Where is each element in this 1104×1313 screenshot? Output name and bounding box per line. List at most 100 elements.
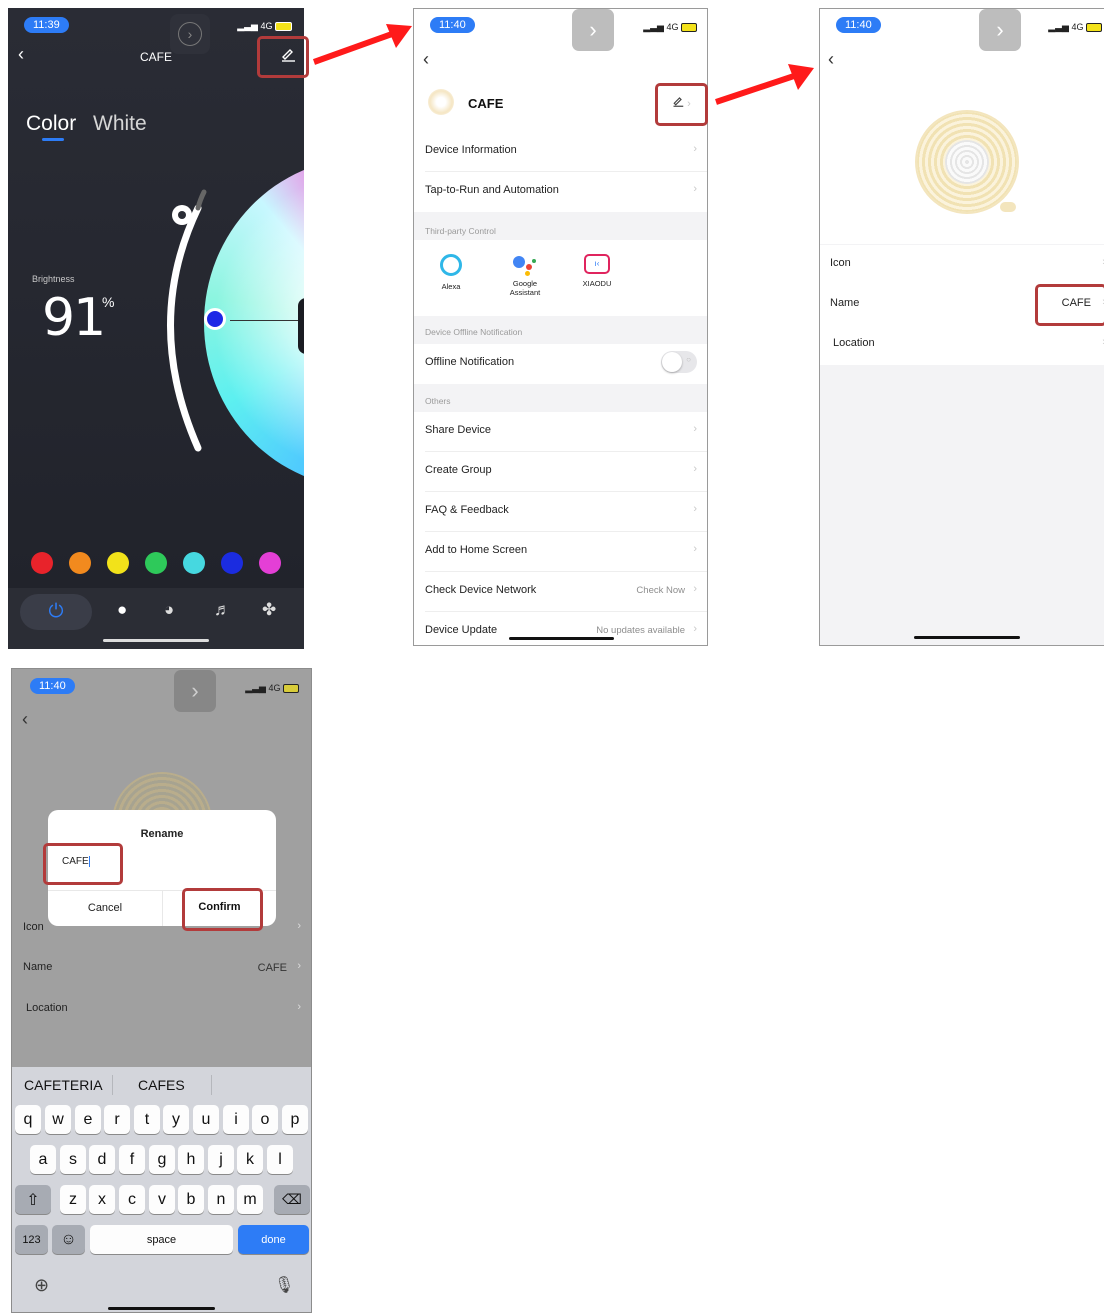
key-w[interactable]: w <box>45 1105 71 1134</box>
row-location[interactable]: Location › <box>820 325 1104 365</box>
back-button[interactable]: ‹ <box>22 709 28 730</box>
device-image-tail <box>1000 202 1016 212</box>
key-o[interactable]: o <box>252 1105 278 1134</box>
swatch-red[interactable] <box>31 552 53 574</box>
status-time: 11:40 <box>836 17 881 33</box>
brightness-label: Brightness <box>32 274 75 284</box>
swatch-green[interactable] <box>145 552 167 574</box>
backspace-key[interactable]: ⌫ <box>274 1185 310 1214</box>
battery-icon <box>1086 23 1102 33</box>
tab-color[interactable]: Color <box>26 112 76 136</box>
home-indicator <box>108 1307 215 1310</box>
row-share-device[interactable]: Share Device › <box>414 412 707 452</box>
signal-icon: ▂▃▅ <box>245 683 266 693</box>
palette-icon[interactable]: ◕ <box>164 600 174 620</box>
key-b[interactable]: b <box>178 1185 204 1214</box>
key-k[interactable]: k <box>237 1145 263 1174</box>
key-t[interactable]: t <box>134 1105 160 1134</box>
swatch-yellow[interactable] <box>107 552 129 574</box>
bulb-icon[interactable]: ● <box>117 600 127 620</box>
battery-icon <box>275 22 292 32</box>
chevron-right-icon: › <box>693 143 697 155</box>
key-x[interactable]: x <box>89 1185 115 1214</box>
done-key[interactable]: done <box>238 1225 309 1254</box>
space-key[interactable]: space <box>90 1225 233 1254</box>
microphone-icon[interactable]: 🎙 <box>274 1275 294 1295</box>
row-tap-to-run[interactable]: Tap-to-Run and Automation › <box>414 172 707 212</box>
key-j[interactable]: j <box>208 1145 234 1174</box>
network-type: 4G <box>1071 22 1084 32</box>
device-image <box>917 112 1017 212</box>
row-device-update[interactable]: Device Update No updates available › <box>414 612 707 645</box>
scenes-icon[interactable]: ✤ <box>262 600 276 620</box>
network-type: 4G <box>268 683 281 693</box>
key-n[interactable]: n <box>208 1185 234 1214</box>
tab-white[interactable]: White <box>93 112 147 136</box>
highlight-rename-input <box>43 843 123 885</box>
swatch-blue[interactable] <box>221 552 243 574</box>
back-button[interactable]: ‹ <box>828 49 834 70</box>
alexa-button[interactable]: Alexa <box>434 254 468 291</box>
swatch-orange[interactable] <box>69 552 91 574</box>
chevron-right-icon: › <box>693 583 697 595</box>
numbers-key[interactable]: 123 <box>15 1225 48 1254</box>
key-d[interactable]: d <box>89 1145 115 1174</box>
keyboard: CAFETERIA CAFES q w e r t y u i o p a s … <box>12 1067 311 1312</box>
highlight-edit-name <box>655 83 708 126</box>
signal-icon: ▂▃▅ <box>643 22 664 32</box>
suggestion-1[interactable]: CAFETERIA <box>24 1077 103 1093</box>
key-r[interactable]: r <box>104 1105 130 1134</box>
row-add-to-home-screen[interactable]: Add to Home Screen › <box>414 532 707 572</box>
key-l[interactable]: l <box>267 1145 293 1174</box>
forward-icon: › <box>572 9 614 51</box>
row-name[interactable]: Name CAFE › <box>12 949 311 989</box>
row-device-information[interactable]: Device Information › <box>414 132 707 172</box>
key-v[interactable]: v <box>149 1185 175 1214</box>
forward-icon: › <box>170 14 210 54</box>
offline-toggle[interactable]: ○ <box>661 351 697 373</box>
swatch-cyan[interactable] <box>183 552 205 574</box>
brightness-unit: % <box>102 294 115 310</box>
key-g[interactable]: g <box>149 1145 175 1174</box>
music-icon[interactable]: ♬ <box>214 600 231 620</box>
shift-key[interactable]: ⇧ <box>15 1185 51 1214</box>
key-p[interactable]: p <box>282 1105 308 1134</box>
key-e[interactable]: e <box>75 1105 101 1134</box>
row-faq-feedback[interactable]: FAQ & Feedback › <box>414 492 707 532</box>
emoji-key[interactable]: ☺ <box>52 1225 85 1254</box>
key-i[interactable]: i <box>223 1105 249 1134</box>
home-indicator <box>103 639 209 642</box>
key-q[interactable]: q <box>15 1105 41 1134</box>
key-h[interactable]: h <box>178 1145 204 1174</box>
row-create-group[interactable]: Create Group › <box>414 452 707 492</box>
key-z[interactable]: z <box>60 1185 86 1214</box>
forward-icon: › <box>174 670 216 712</box>
suggestion-2[interactable]: CAFES <box>138 1077 185 1093</box>
key-f[interactable]: f <box>119 1145 145 1174</box>
status-right: ▂▃▅ 4G <box>1048 22 1102 33</box>
key-y[interactable]: y <box>163 1105 189 1134</box>
google-assistant-button[interactable]: Google Assistant <box>502 254 548 297</box>
key-s[interactable]: s <box>60 1145 86 1174</box>
power-button[interactable]: ⏻ <box>20 594 92 630</box>
xiaodu-button[interactable]: ı‹ XIAODU <box>577 254 617 288</box>
highlight-name-value <box>1035 284 1104 326</box>
globe-icon[interactable]: ⊕ <box>34 1275 49 1296</box>
row-icon[interactable]: Icon › <box>820 245 1104 285</box>
battery-icon <box>283 684 299 694</box>
row-location[interactable]: Location › <box>12 990 311 1030</box>
back-button[interactable]: ‹ <box>423 49 429 70</box>
key-a[interactable]: a <box>30 1145 56 1174</box>
row-check-device-network[interactable]: Check Device Network Check Now › <box>414 572 707 612</box>
screen-color-control: 11:39 ▂▃▅ 4G › ‹ CAFE Color White Bright… <box>8 8 304 649</box>
swatch-magenta[interactable] <box>259 552 281 574</box>
key-c[interactable]: c <box>119 1185 145 1214</box>
key-m[interactable]: m <box>237 1185 263 1214</box>
color-picker-knob[interactable] <box>204 308 226 330</box>
key-u[interactable]: u <box>193 1105 219 1134</box>
brightness-slider[interactable] <box>138 188 208 458</box>
chevron-right-icon: › <box>297 920 301 932</box>
integrations-panel: Alexa Google Assistant ı‹ XIAODU <box>414 240 707 316</box>
cancel-button[interactable]: Cancel <box>48 902 162 914</box>
status-right: ▂▃▅ 4G <box>245 683 299 694</box>
